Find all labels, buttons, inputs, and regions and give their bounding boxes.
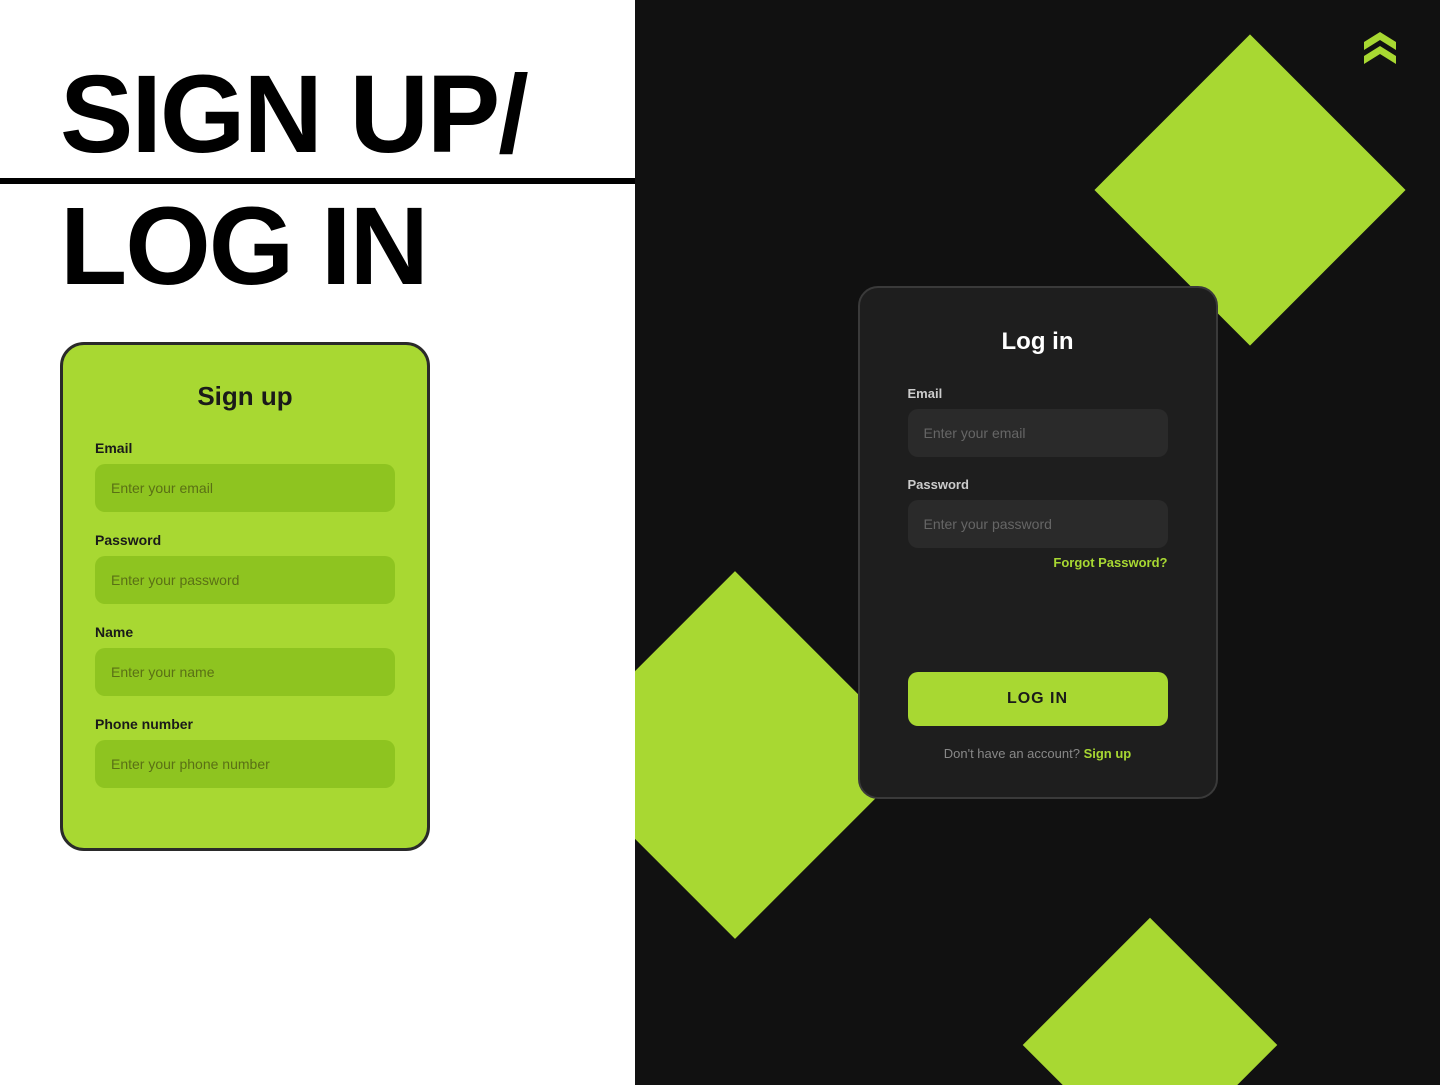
login-email-group: Email: [908, 386, 1168, 457]
login-password-group: Password Forgot Password?: [908, 477, 1168, 572]
signup-password-label: Password: [95, 532, 395, 548]
hero-title-line2: LOG IN: [60, 192, 427, 302]
signup-prompt-text: Don't have an account?: [944, 746, 1080, 761]
decorative-diamond-3: [1023, 918, 1278, 1085]
login-button[interactable]: LOG IN: [908, 672, 1168, 726]
signup-email-group: Email: [95, 440, 395, 512]
forgot-password-container: Forgot Password?: [908, 554, 1168, 572]
signup-phone-group: Phone number: [95, 716, 395, 788]
hero-title-line1: SIGN UP/: [60, 60, 527, 170]
login-password-label: Password: [908, 477, 1168, 492]
signup-phone-label: Phone number: [95, 716, 395, 732]
signup-prompt: Don't have an account? Sign up: [908, 746, 1168, 761]
signup-card: Sign up Email Password Name Phone number: [60, 342, 430, 851]
signup-password-group: Password: [95, 532, 395, 604]
hero-divider: [0, 178, 635, 184]
signup-link[interactable]: Sign up: [1084, 746, 1132, 761]
login-card: Log in Email Password Forgot Password? L…: [858, 286, 1218, 799]
right-panel: Log in Email Password Forgot Password? L…: [635, 0, 1440, 1085]
signup-email-input[interactable]: [95, 464, 395, 512]
left-panel: SIGN UP/ LOG IN Sign up Email Password N…: [0, 0, 635, 1085]
signup-email-label: Email: [95, 440, 395, 456]
login-password-input[interactable]: [908, 500, 1168, 548]
logo-icon: [1360, 28, 1400, 68]
signup-phone-input[interactable]: [95, 740, 395, 788]
login-email-input[interactable]: [908, 409, 1168, 457]
forgot-password-link[interactable]: Forgot Password?: [1053, 555, 1167, 570]
signup-password-input[interactable]: [95, 556, 395, 604]
signup-card-title: Sign up: [95, 381, 395, 412]
login-email-label: Email: [908, 386, 1168, 401]
signup-name-input[interactable]: [95, 648, 395, 696]
logo: [1360, 28, 1400, 76]
login-card-title: Log in: [908, 328, 1168, 356]
signup-name-group: Name: [95, 624, 395, 696]
signup-name-label: Name: [95, 624, 395, 640]
